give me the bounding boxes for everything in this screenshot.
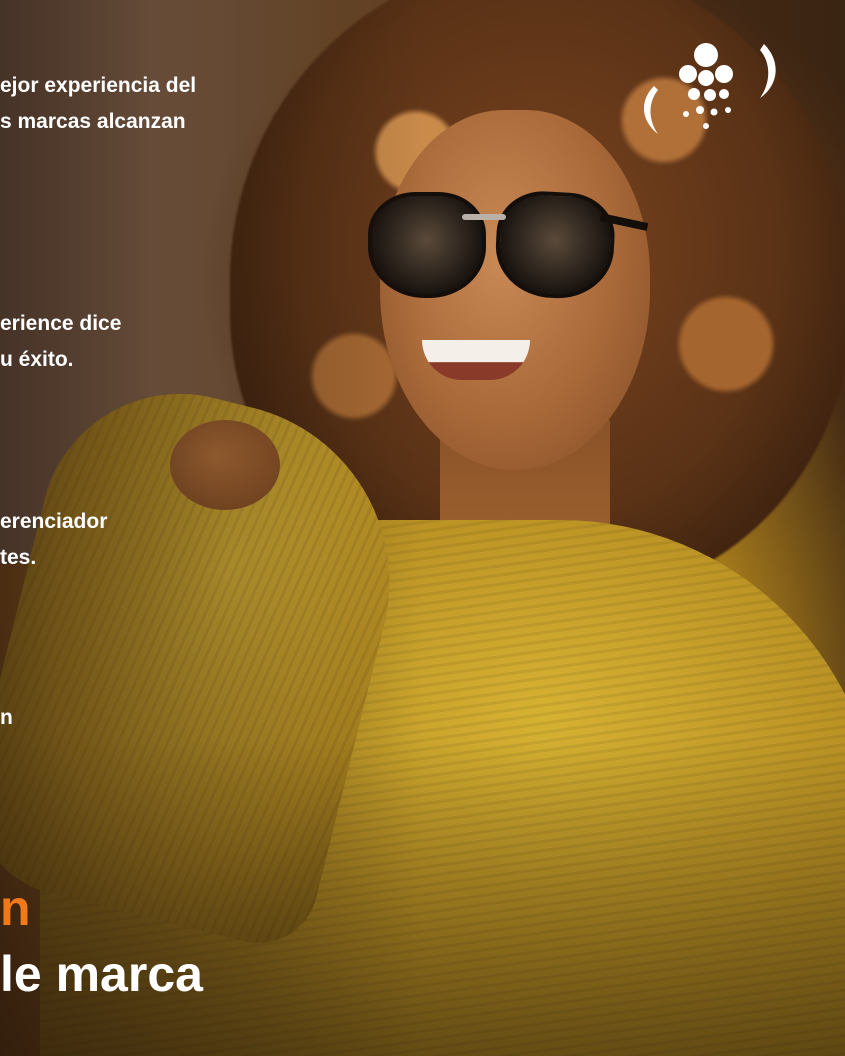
headline: le marca xyxy=(0,946,203,1002)
overlay-gradient xyxy=(0,0,845,1056)
text-block-3-line-2: tes. xyxy=(0,546,37,569)
text-block-3: erenciador tes. xyxy=(0,504,107,576)
text-block-1: ejor experiencia del s marcas alcanzan xyxy=(0,68,196,140)
text-block-2: erience dice u éxito. xyxy=(0,306,121,378)
text-block-1-line-2: s marcas alcanzan xyxy=(0,110,186,133)
text-block-3-line-1: erenciador xyxy=(0,510,108,533)
text-block-4-line-1: n xyxy=(0,706,13,729)
text-block-4: n xyxy=(0,700,13,736)
grape-cluster-logo-icon xyxy=(643,43,776,134)
text-block-1-line-1: ejor experiencia del xyxy=(0,74,197,97)
accent-heading: n xyxy=(0,880,31,936)
text-block-2-line-2: u éxito. xyxy=(0,348,74,371)
hero-image: ejor experiencia del s marcas alcanzan e… xyxy=(0,0,845,1056)
text-block-2-line-1: erience dice xyxy=(0,312,122,335)
